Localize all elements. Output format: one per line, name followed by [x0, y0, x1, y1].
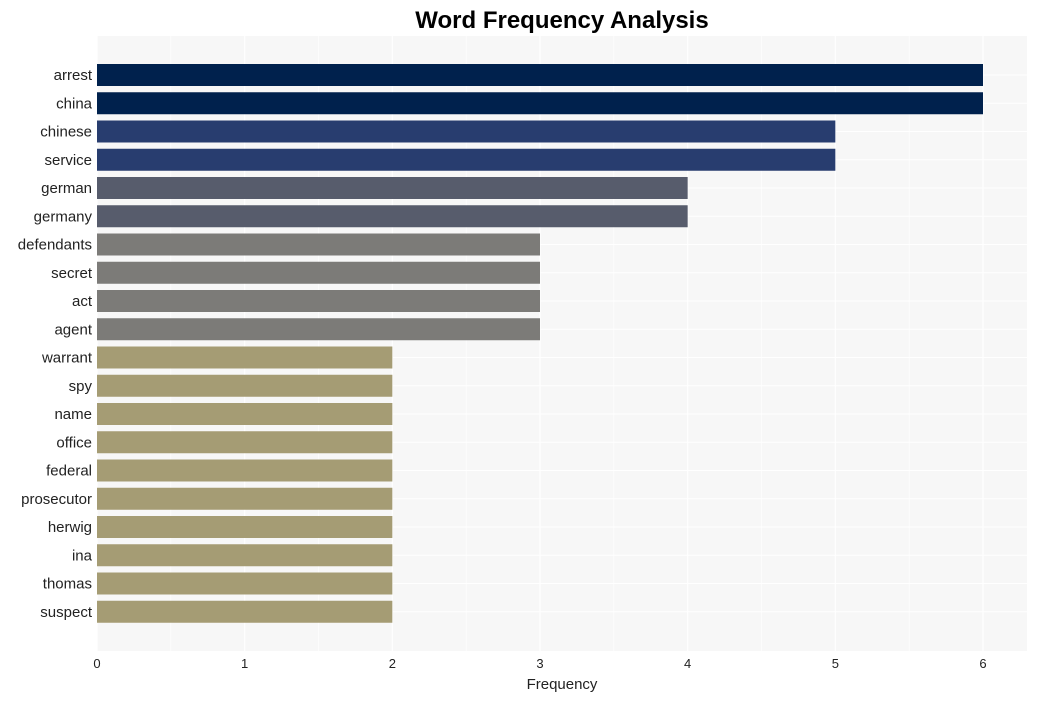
y-label-thomas: thomas — [43, 576, 92, 593]
y-label-agent: agent — [54, 321, 92, 338]
y-label-spy: spy — [69, 378, 93, 395]
y-label-office: office — [56, 434, 92, 451]
y-label-ina: ina — [72, 547, 93, 564]
y-label-defendants: defendants — [18, 237, 92, 254]
bar-spy — [97, 374, 393, 397]
bar-defendants — [97, 233, 540, 256]
bar-germany — [97, 205, 688, 228]
bar-name — [97, 403, 393, 425]
bar-german — [97, 177, 688, 199]
bar-suspect — [97, 600, 393, 623]
y-label-herwig: herwig — [48, 519, 92, 536]
bar-thomas — [97, 572, 393, 595]
bar-service — [97, 148, 836, 171]
bar-agent — [97, 318, 540, 341]
bar-ina — [97, 544, 393, 567]
bar-china — [97, 92, 983, 115]
y-label-chinese: chinese — [40, 124, 92, 141]
bar-secret — [97, 261, 540, 284]
x-tick-3: 3 — [536, 656, 543, 671]
x-tick-6: 6 — [979, 656, 986, 671]
bar-federal — [97, 459, 393, 482]
y-label-name: name — [54, 406, 92, 423]
bar-prosecutor — [97, 487, 393, 510]
y-axis-labels: arrest china chinese service german germany de… — [18, 67, 93, 621]
bar-warrant — [97, 346, 393, 369]
x-tick-4: 4 — [684, 656, 691, 671]
bar-act — [97, 290, 540, 312]
y-label-secret: secret — [51, 265, 93, 282]
y-label-suspect: suspect — [40, 604, 93, 621]
bar-herwig — [97, 516, 393, 538]
y-label-germany: germany — [34, 208, 93, 225]
y-label-service: service — [44, 152, 92, 169]
y-label-federal: federal — [46, 463, 92, 480]
y-label-prosecutor: prosecutor — [21, 491, 92, 508]
chart-title: Word Frequency Analysis — [415, 7, 708, 34]
word-frequency-chart: Word Frequency Analysis arrest china chine… — [18, 7, 1027, 693]
y-label-act: act — [72, 293, 93, 310]
x-axis-ticks: 0 1 2 3 4 5 6 — [93, 656, 986, 671]
bar-chinese — [97, 120, 836, 143]
bar-arrest — [97, 64, 983, 86]
y-label-warrant: warrant — [41, 350, 93, 367]
x-tick-5: 5 — [832, 656, 839, 671]
y-label-arrest: arrest — [54, 67, 93, 84]
x-tick-1: 1 — [241, 656, 248, 671]
x-tick-0: 0 — [93, 656, 100, 671]
x-tick-2: 2 — [389, 656, 396, 671]
bar-office — [97, 431, 393, 454]
x-axis-label: Frequency — [527, 676, 598, 693]
y-label-china: china — [56, 95, 93, 112]
y-label-german: german — [41, 180, 92, 197]
